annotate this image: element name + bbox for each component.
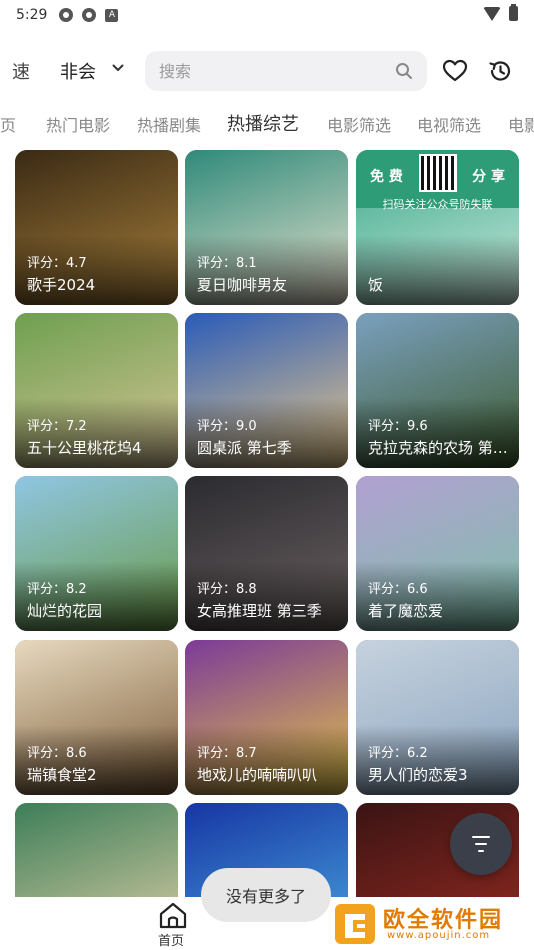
history-icon[interactable] (487, 58, 513, 84)
show-card[interactable]: 评分：8.8 女高推理班 第三季 (185, 476, 348, 631)
qr-code-icon (419, 154, 457, 192)
filter-icon (472, 836, 490, 838)
show-score: 评分：8.2 (27, 582, 87, 597)
show-score: 评分：9.0 (197, 419, 257, 434)
show-title: 五十公里桃花坞4 (27, 439, 142, 457)
show-title: 着了魔恋爱 (368, 602, 444, 620)
wifi-icon (483, 6, 501, 21)
chevron-down-icon[interactable] (112, 62, 124, 74)
show-card[interactable]: 评分：8.1 夏日咖啡男友 (185, 150, 348, 305)
show-title: 瑞镇食堂2 (27, 766, 97, 784)
show-card[interactable]: 免 费 分 享扫码关注公众号防失联饭 (356, 150, 519, 305)
promo-label-left: 免 费 (370, 169, 403, 185)
home-icon[interactable] (158, 901, 188, 929)
show-title: 歌手2024 (27, 276, 96, 294)
tab-tv-filter[interactable]: 电视筛选 (417, 112, 481, 136)
show-title: 夏日咖啡男友 (197, 276, 288, 294)
no-more-toast: 没有更多了 (201, 868, 331, 922)
status-time: 5:29 (16, 7, 48, 23)
show-score: 评分：6.2 (368, 746, 428, 761)
tab-home[interactable]: 页 (0, 112, 16, 136)
show-title: 克拉克森的农场 第… (368, 439, 508, 457)
promo-label-right: 分 享 (472, 169, 505, 185)
show-card[interactable]: 评分：8.7 地戏儿的喃喃叭叭 (185, 640, 348, 795)
favorites-heart-icon[interactable] (442, 58, 468, 84)
source-selector[interactable]: 非会 (60, 58, 96, 84)
show-title: 灿烂的花园 (27, 602, 103, 620)
show-score: 评分：4.7 (27, 256, 87, 271)
show-score: 评分：7.2 (27, 419, 87, 434)
show-title: 男人们的恋爱3 (368, 766, 468, 784)
tab-hot-series[interactable]: 热播剧集 (137, 112, 201, 136)
source-option-prev[interactable]: 速 (12, 58, 30, 84)
show-score: 评分：8.6 (27, 746, 87, 761)
show-score: 评分：6.6 (368, 582, 428, 597)
tab-movie-filter[interactable]: 电影筛选 (327, 112, 391, 136)
tab-hot-movies[interactable]: 热门电影 (46, 112, 110, 136)
show-title: 圆桌派 第七季 (197, 439, 292, 457)
tab-movies[interactable]: 电影 (508, 112, 534, 136)
filter-icon (478, 850, 484, 852)
status-notification-icons: A (59, 8, 119, 22)
show-title: 女高推理班 第三季 (197, 602, 322, 620)
search-bar[interactable] (145, 51, 427, 91)
nav-home-label[interactable]: 首页 (158, 930, 184, 949)
show-title: 饭 (368, 276, 384, 294)
tab-hot-variety[interactable]: 热播综艺 (227, 110, 299, 136)
status-bar: 5:29 A (0, 0, 534, 30)
watermark-url: www.apoujin.com (387, 930, 491, 941)
show-card[interactable]: 评分：6.6 着了魔恋爱 (356, 476, 519, 631)
show-card[interactable]: 评分：7.2 五十公里桃花坞4 (15, 313, 178, 468)
filter-fab-button[interactable] (450, 813, 512, 875)
watermark-logo-icon (335, 904, 375, 944)
show-score: 评分：8.8 (197, 582, 257, 597)
search-input[interactable] (145, 51, 375, 91)
show-card[interactable]: 评分：9.0 圆桌派 第七季 (185, 313, 348, 468)
show-card[interactable]: 评分：8.2 灿烂的花园 (15, 476, 178, 631)
show-card[interactable]: 评分：9.6 克拉克森的农场 第… (356, 313, 519, 468)
show-title: 地戏儿的喃喃叭叭 (197, 766, 318, 784)
notification-a-icon: A (105, 8, 119, 22)
status-system-icons (483, 4, 518, 21)
show-card[interactable]: 评分：8.6 瑞镇食堂2 (15, 640, 178, 795)
watermark: 欧全软件园 www.apoujin.com (333, 902, 528, 946)
promo-text: 扫码关注公众号防失联 (382, 198, 493, 211)
search-icon[interactable] (395, 62, 413, 80)
notification-app-icon (82, 8, 97, 22)
battery-icon (509, 4, 518, 21)
top-bar: 速 非会 (0, 48, 534, 94)
show-score: 评分：8.1 (197, 256, 257, 271)
show-card[interactable]: 评分：6.2 男人们的恋爱3 (356, 640, 519, 795)
show-score: 评分：9.6 (368, 419, 428, 434)
category-tabs: 页 热门电影 热播剧集 热播综艺 电影筛选 电视筛选 电影 (0, 104, 534, 144)
filter-icon (475, 843, 487, 845)
show-score: 评分：8.7 (197, 746, 257, 761)
notification-app-icon (59, 8, 74, 22)
show-card[interactable]: 评分：4.7 歌手2024 (15, 150, 178, 305)
